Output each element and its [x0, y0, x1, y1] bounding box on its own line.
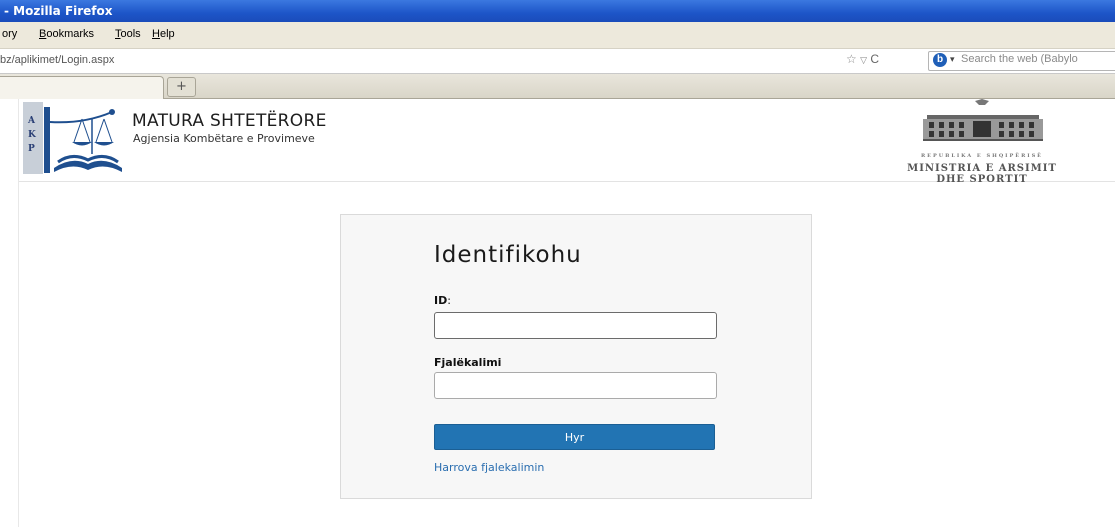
login-heading: Identifikohu [434, 242, 582, 268]
bookmark-star-icon[interactable]: ☆ [846, 52, 857, 66]
logo-letter: P [28, 144, 35, 154]
ministry-building-icon [923, 99, 1043, 141]
password-input[interactable] [434, 372, 717, 399]
window-title: - Mozilla Firefox [4, 4, 113, 18]
search-engine-caret-icon[interactable]: ▾ [950, 54, 955, 65]
menu-item-label: Help [152, 28, 175, 40]
menu-item-help[interactable]: Help [152, 28, 175, 40]
id-input[interactable] [434, 312, 717, 339]
url-text: bz/aplikimet/Login.aspx [0, 54, 115, 66]
id-label: ID [434, 294, 448, 307]
ministry-name: REPUBLIKA E SHQIPËRISË MINISTRIA E ARSIM… [867, 151, 1097, 185]
login-submit-button[interactable]: Hyr [434, 424, 715, 450]
reload-icon[interactable]: C [870, 52, 879, 66]
password-label: Fjalëkalimi [434, 356, 502, 369]
forgot-password-link[interactable]: Harrova fjalekalimin [434, 461, 544, 474]
id-label-colon: : [447, 294, 451, 307]
id-label-row: ID: [434, 294, 451, 307]
ministry-name-line2: DHE SPORTIT [936, 174, 1028, 185]
history-dropdown-icon[interactable]: ▽ [860, 55, 867, 65]
search-engine-icon[interactable]: b [933, 53, 947, 67]
menu-item-label: Bookmarks [39, 28, 95, 40]
login-panel: Identifikohu ID: Fjalëkalimi Hyr Harrova… [340, 214, 812, 499]
akp-logo-letters: A K P [23, 102, 43, 174]
search-placeholder: Search the web (Babylo [961, 53, 1078, 65]
new-tab-button[interactable]: + [167, 77, 196, 97]
ministry-republic-line: REPUBLIKA E SHQIPËRISË [921, 153, 1043, 159]
menu-item-label: Tools [115, 28, 141, 40]
tab-strip: + [0, 74, 1115, 99]
ministry-name-line1: MINISTRIA E ARSIMIT [907, 163, 1057, 174]
menu-bar: ory Bookmarks Tools Help [0, 22, 1115, 49]
menu-item-label: ory [2, 28, 18, 40]
site-title: MATURA SHTETËRORE [132, 111, 327, 131]
tab-active[interactable] [0, 76, 164, 99]
search-box[interactable]: b ▾ Search the web (Babylo [928, 51, 1115, 71]
site-header: A K P MATURA SHTETËRORE Agjensia Kombëta… [19, 99, 1115, 185]
menu-item-history[interactable]: ory [2, 28, 17, 40]
window-title-bar: - Mozilla Firefox [0, 0, 1115, 22]
url-bar-icons: ☆ ▽ C [846, 52, 879, 66]
navigation-bar: bz/aplikimet/Login.aspx ☆ ▽ C b ▾ Search… [0, 49, 1115, 74]
ministry-logo: REPUBLIKA E SHQIPËRISË MINISTRIA E ARSIM… [867, 99, 1097, 185]
scales-book-icon [44, 107, 122, 173]
new-tab-label: + [176, 79, 187, 94]
url-bar[interactable]: bz/aplikimet/Login.aspx [0, 52, 906, 69]
logo-letter: K [28, 130, 36, 140]
akp-logo: A K P [23, 102, 129, 176]
logo-letter: A [28, 116, 35, 126]
menu-item-tools[interactable]: Tools [115, 28, 141, 40]
site-subtitle: Agjensia Kombëtare e Provimeve [133, 132, 315, 145]
menu-item-bookmarks[interactable]: Bookmarks [39, 28, 94, 40]
